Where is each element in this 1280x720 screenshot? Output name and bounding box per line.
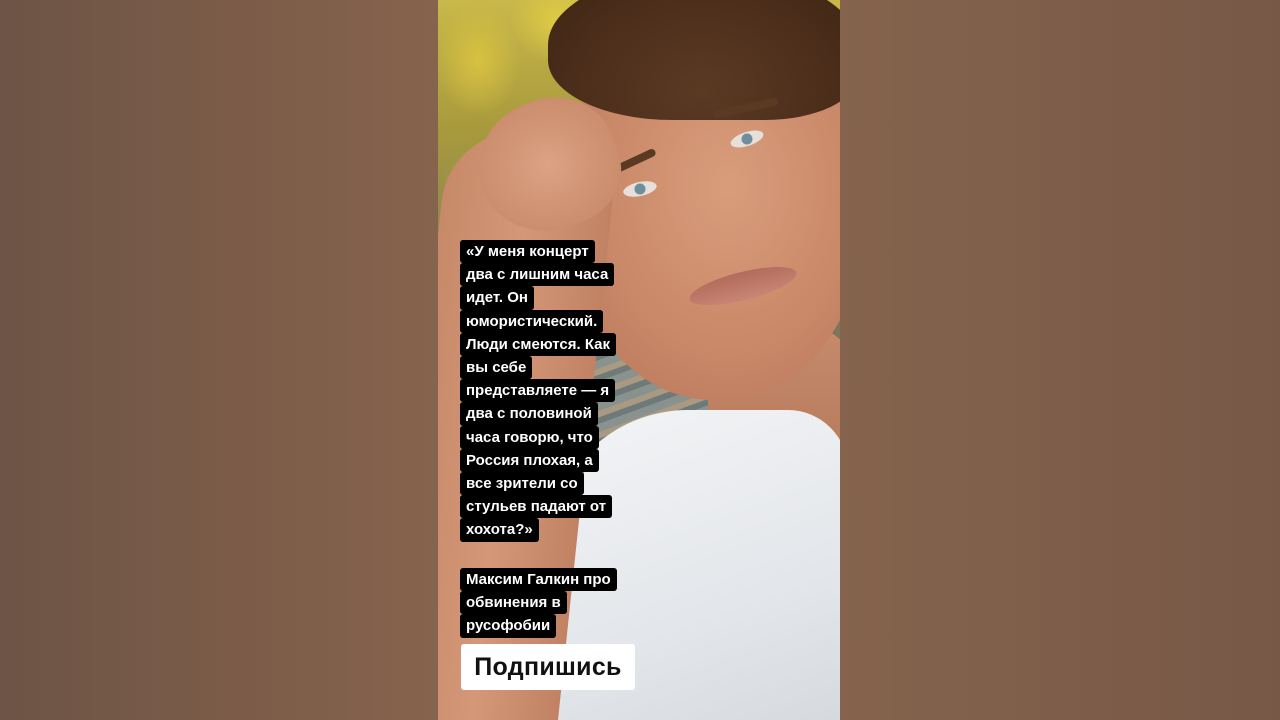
- hair: [548, 0, 840, 120]
- quote-line: юмористический.: [460, 309, 604, 333]
- quote-line: идет. Он: [460, 286, 534, 310]
- quote-line: «У меня концерт: [460, 240, 595, 264]
- quote-line: хохота?»: [460, 518, 539, 542]
- quote-line: Люди смеются. Как: [460, 332, 617, 357]
- quote-line: стульев падают от: [460, 495, 613, 519]
- quote-line: Россия плохая, а: [460, 448, 599, 473]
- quote-line: два с лишним часа: [460, 263, 615, 287]
- quote-caption: «У меня концерт два с лишним часа идет. …: [460, 240, 617, 542]
- quote-line: часа говорю, что: [460, 425, 599, 449]
- video-frame: «У меня концерт два с лишним часа идет. …: [438, 0, 840, 720]
- byline-line: обвинения в: [460, 591, 567, 615]
- subscribe-button[interactable]: Подпишись: [461, 644, 635, 690]
- quote-line: два с половиной: [460, 402, 598, 426]
- quote-line: вы себе: [460, 356, 533, 380]
- quote-line: все зрители со: [460, 472, 584, 496]
- byline-line: Максим Галкин про: [460, 568, 617, 592]
- blurred-background-right: [840, 0, 1280, 720]
- byline-line: русофобии: [460, 614, 557, 638]
- quote-line: представляете — я: [460, 379, 616, 403]
- blurred-background-left: [0, 0, 438, 720]
- byline-caption: Максим Галкин про обвинения в русофобии: [460, 568, 617, 638]
